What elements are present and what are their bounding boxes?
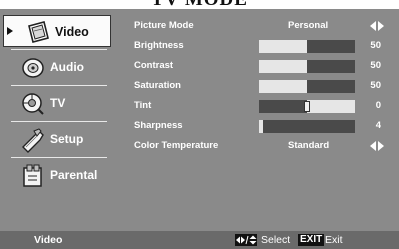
screen-title-text: TV MODE — [0, 0, 399, 9]
setting-color-temperature[interactable]: Color Temperature Standard — [118, 137, 396, 155]
left-right-arrows-icon[interactable] — [370, 141, 384, 151]
brightness-value: 50 — [370, 40, 381, 51]
exit-key-badge[interactable]: EXIT — [298, 234, 325, 246]
sidebar-item-tv[interactable]: TV — [3, 88, 111, 120]
speaker-icon — [22, 58, 44, 78]
tv-screen-icon — [28, 21, 49, 43]
sharpness-value: 4 — [375, 120, 381, 131]
left-right-arrows-icon[interactable] — [370, 21, 384, 31]
selection-arrow-icon — [7, 27, 13, 35]
color-temperature-value: Standard — [288, 140, 330, 151]
sidebar-item-setup[interactable]: Setup — [3, 124, 111, 156]
slider-fill — [307, 40, 355, 53]
screen-title: TV MODE — [0, 0, 399, 9]
sidebar-item-parental[interactable]: Parental — [3, 160, 111, 192]
saturation-slider[interactable] — [259, 80, 355, 93]
exit-hint-label: Exit — [325, 234, 343, 246]
setting-label: Saturation — [134, 80, 181, 91]
setting-label: Contrast — [134, 60, 174, 71]
sidebar-item-label: Video — [55, 25, 89, 39]
slider-fill — [307, 60, 355, 73]
setting-label: Picture Mode — [134, 20, 194, 31]
sidebar-item-label: Parental — [50, 168, 98, 182]
sidebar-item-audio[interactable]: Audio — [3, 52, 111, 84]
setting-label: Color Temperature — [134, 140, 219, 151]
setting-label: Sharpness — [134, 120, 183, 131]
menu-sidebar: Video Audio TV Setup Parental — [3, 12, 114, 222]
current-menu-label: Video — [34, 234, 63, 246]
setting-label: Brightness — [134, 40, 184, 51]
divider — [11, 157, 107, 158]
sidebar-item-label: TV — [50, 96, 66, 110]
tint-slider[interactable] — [259, 100, 355, 113]
sidebar-item-video[interactable]: Video — [3, 15, 111, 47]
slider-fill — [259, 100, 307, 113]
brightness-slider[interactable] — [259, 40, 355, 53]
setting-tint[interactable]: Tint 0 — [118, 97, 396, 115]
slider-fill — [262, 120, 355, 133]
picture-mode-value: Personal — [288, 20, 329, 31]
select-hint-label: Select — [261, 234, 291, 246]
setting-saturation[interactable]: Saturation 50 — [118, 77, 396, 95]
sidebar-item-label: Audio — [50, 60, 84, 74]
saturation-value: 50 — [370, 80, 381, 91]
antenna-icon — [22, 93, 44, 115]
wrench-icon — [22, 128, 44, 153]
divider — [11, 85, 107, 86]
navigation-keys-icon — [235, 234, 257, 246]
setting-sharpness[interactable]: Sharpness 4 — [118, 117, 396, 135]
slider-knob[interactable] — [304, 101, 310, 112]
setting-label: Tint — [134, 100, 152, 111]
osd-menu-panel: Video Audio TV Setup Parental Picture Mo… — [0, 9, 399, 249]
divider — [11, 49, 107, 50]
tint-value: 0 — [375, 100, 381, 111]
status-bar: Video Select EXIT Exit — [0, 231, 399, 249]
sharpness-slider[interactable] — [259, 120, 355, 133]
lock-icon — [23, 164, 42, 187]
contrast-value: 50 — [370, 60, 381, 71]
sidebar-item-label: Setup — [50, 132, 84, 146]
divider — [11, 121, 107, 122]
setting-picture-mode[interactable]: Picture Mode Personal — [118, 17, 396, 35]
slider-fill — [307, 80, 355, 93]
setting-brightness[interactable]: Brightness 50 — [118, 37, 396, 55]
video-settings-list: Picture Mode Personal Brightness 50 Cont… — [118, 15, 396, 219]
setting-contrast[interactable]: Contrast 50 — [118, 57, 396, 75]
contrast-slider[interactable] — [259, 60, 355, 73]
